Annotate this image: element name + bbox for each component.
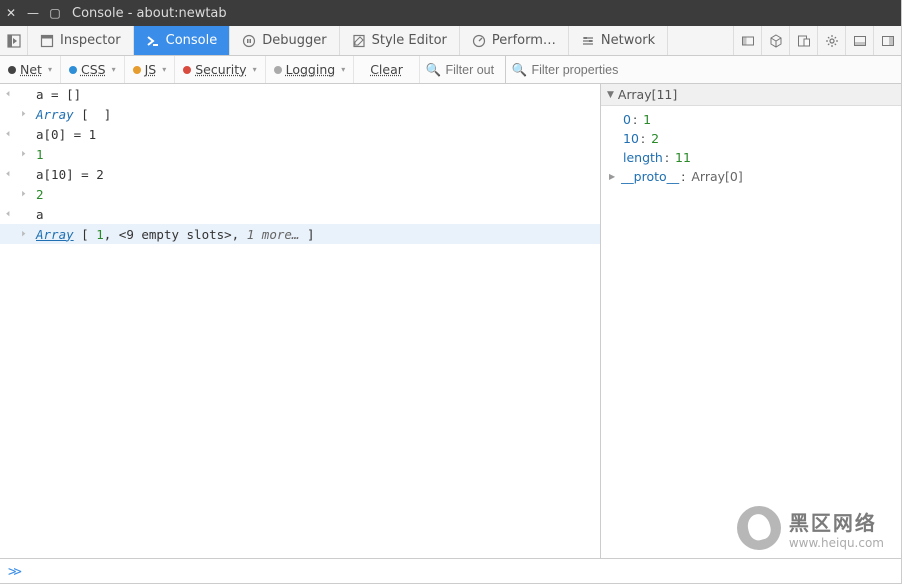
console-output-row-selected[interactable]: Array [ 1, <9 empty slots>, 1 more… ] xyxy=(0,224,600,244)
toolbox-responsive-button[interactable] xyxy=(789,26,817,55)
console-input-row: a[10] = 2 xyxy=(0,164,600,184)
console-input-row: a = [] xyxy=(0,84,600,104)
object-property[interactable]: 0: 1 xyxy=(623,110,895,129)
object-property[interactable]: 10: 2 xyxy=(623,129,895,148)
main-split: a = [] Array [ ] a[0] = 1 1 a[10] = 2 2 … xyxy=(0,84,901,558)
filter-output-box[interactable]: 🔍 xyxy=(420,56,506,83)
search-icon: 🔍 xyxy=(426,62,442,78)
twisty-open-icon: ▼ xyxy=(607,90,614,100)
window-maximize-icon[interactable]: ▢ xyxy=(50,8,60,18)
console-output-row: 2 xyxy=(0,184,600,204)
window-titlebar: ✕ — ▢ Console - about:newtab xyxy=(0,0,901,26)
tab-inspector[interactable]: Inspector xyxy=(28,26,134,55)
window-title: Console - about:newtab xyxy=(72,6,227,21)
clear-button[interactable]: Clear xyxy=(354,56,420,83)
console-output-row: 1 xyxy=(0,144,600,164)
tab-style-editor-label: Style Editor xyxy=(372,33,447,48)
toolbox-3d-button[interactable] xyxy=(761,26,789,55)
filter-css[interactable]: CSS▾ xyxy=(61,56,125,83)
tab-debugger-label: Debugger xyxy=(262,33,326,48)
window-close-icon[interactable]: ✕ xyxy=(6,8,16,18)
tab-style-editor[interactable]: Style Editor xyxy=(340,26,460,55)
console-input-row: a xyxy=(0,204,600,224)
tab-console[interactable]: Console xyxy=(134,26,231,55)
dock-button[interactable] xyxy=(0,26,28,55)
toolbox-dock-side-button[interactable] xyxy=(845,26,873,55)
filter-properties-box[interactable]: 🔍 xyxy=(506,56,901,83)
prompt-chevrons-icon: >> xyxy=(8,564,19,580)
toolbox-settings-button[interactable] xyxy=(817,26,845,55)
filter-output-input[interactable] xyxy=(445,63,501,77)
tab-network-label: Network xyxy=(601,33,655,48)
object-property-proto[interactable]: ▶__proto__: Array[0] xyxy=(623,167,895,186)
toolbox-dock-window-button[interactable] xyxy=(873,26,901,55)
console-prompt[interactable]: >> xyxy=(0,558,901,584)
console-output-row: Array [ ] xyxy=(0,104,600,124)
console-filter-bar: Net▾ CSS▾ JS▾ Security▾ Logging▾ Clear 🔍… xyxy=(0,56,901,84)
tab-console-label: Console xyxy=(166,33,218,48)
twisty-closed-icon: ▶ xyxy=(609,172,615,181)
tab-performance-label: Perform… xyxy=(492,33,556,48)
tab-performance[interactable]: Perform… xyxy=(460,26,569,55)
devtools-tabbar: Inspector Console Debugger Style Editor … xyxy=(0,26,901,56)
object-property[interactable]: length: 11 xyxy=(623,148,895,167)
tab-inspector-label: Inspector xyxy=(60,33,121,48)
console-input-row: a[0] = 1 xyxy=(0,124,600,144)
search-icon: 🔍 xyxy=(512,62,528,78)
filter-js[interactable]: JS▾ xyxy=(125,56,176,83)
filter-logging[interactable]: Logging▾ xyxy=(266,56,355,83)
tab-network[interactable]: Network xyxy=(569,26,668,55)
filter-security[interactable]: Security▾ xyxy=(175,56,265,83)
filter-net[interactable]: Net▾ xyxy=(0,56,61,83)
object-inspector-header[interactable]: ▼ Array[11] xyxy=(601,84,901,106)
console-output: a = [] Array [ ] a[0] = 1 1 a[10] = 2 2 … xyxy=(0,84,601,558)
object-inspector: ▼ Array[11] 0: 1 10: 2 length: 11 ▶__pro… xyxy=(601,84,901,558)
filter-properties-input[interactable] xyxy=(531,63,731,77)
toolbox-frames-button[interactable] xyxy=(733,26,761,55)
window-minimize-icon[interactable]: — xyxy=(28,8,38,18)
tab-debugger[interactable]: Debugger xyxy=(230,26,339,55)
